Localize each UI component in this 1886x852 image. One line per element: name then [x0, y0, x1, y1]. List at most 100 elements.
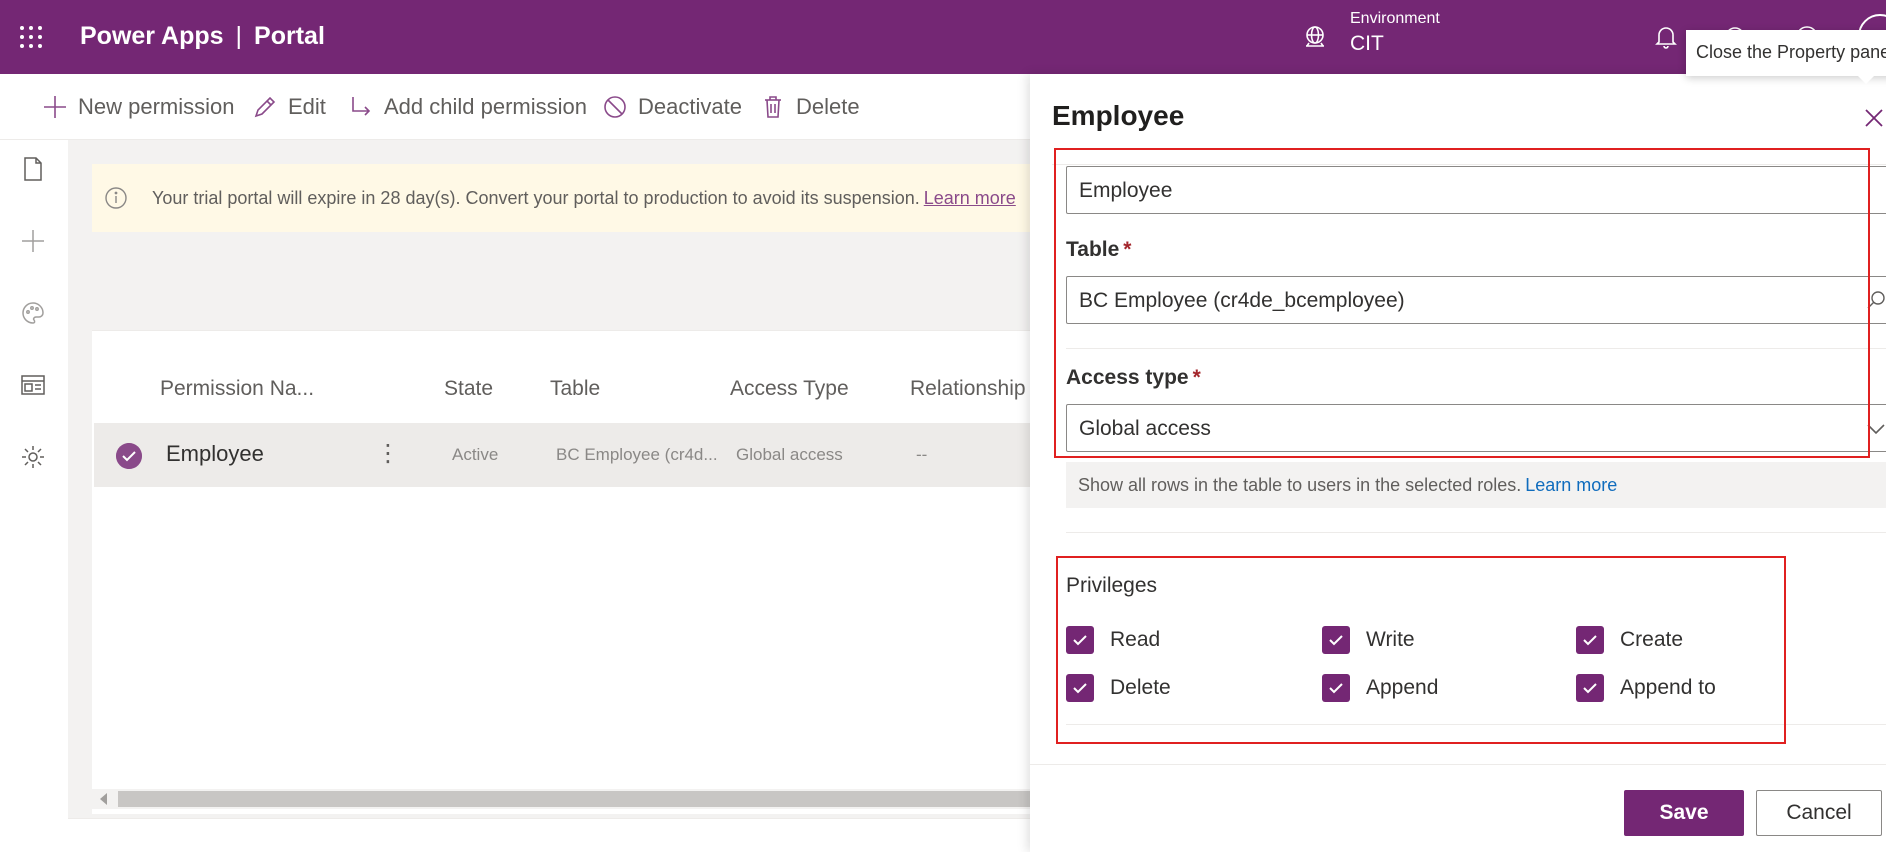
table-label-text: Table: [1066, 238, 1120, 261]
access-type-label-text: Access type: [1066, 366, 1189, 389]
row-access-type: Global access: [736, 445, 843, 464]
privilege-append-checkbox[interactable]: Append: [1322, 674, 1438, 702]
column-header-state[interactable]: State: [444, 377, 493, 401]
privilege-read-checkbox[interactable]: Read: [1066, 626, 1160, 654]
table-lookup-value: BC Employee (cr4de_bcemployee): [1079, 289, 1405, 312]
trial-message-text: Your trial portal will expire in 28 day(…: [152, 188, 920, 208]
privileges-divider: [1066, 532, 1886, 533]
close-pane-tooltip: Close the Property pane: [1686, 30, 1886, 76]
permissions-grid: Permission Na... State Table Access Type…: [92, 330, 1030, 814]
hint-learn-more-link[interactable]: Learn more: [1525, 475, 1617, 495]
bottom-strip: [68, 818, 1030, 852]
left-rail: [0, 140, 68, 852]
privilege-create-label: Create: [1620, 628, 1684, 651]
deactivate-button[interactable]: Deactivate: [602, 94, 742, 120]
new-permission-label: New permission: [78, 94, 235, 119]
row-selected-check-icon[interactable]: [116, 443, 142, 469]
delete-button[interactable]: Delete: [760, 94, 860, 120]
trial-banner: Your trial portal will expire in 28 day(…: [92, 164, 1030, 232]
row-relationship: --: [916, 445, 928, 464]
access-type-value: Global access: [1079, 417, 1211, 440]
checkbox-checked-icon[interactable]: [1066, 674, 1094, 702]
property-panel: Employee Employee Table * BC Employee (cr…: [1030, 74, 1886, 852]
access-type-select[interactable]: Global access: [1066, 404, 1886, 452]
table-required-mark: *: [1123, 238, 1132, 261]
access-type-label: Access type *: [1066, 366, 1201, 390]
column-header-access-type[interactable]: Access Type: [730, 377, 849, 401]
checkbox-checked-icon[interactable]: [1576, 626, 1604, 654]
privilege-append-to-label: Append to: [1620, 676, 1716, 699]
privilege-delete-checkbox[interactable]: Delete: [1066, 674, 1171, 702]
info-icon: [105, 187, 127, 209]
add-child-permission-button[interactable]: Add child permission: [348, 94, 587, 120]
privilege-delete-label: Delete: [1110, 676, 1171, 699]
cancel-button[interactable]: Cancel: [1756, 790, 1882, 836]
privilege-create-checkbox[interactable]: Create: [1576, 626, 1683, 654]
row-table: BC Employee (cr4d...: [556, 445, 718, 464]
edit-button[interactable]: Edit: [252, 94, 326, 120]
panel-title: Employee: [1052, 100, 1185, 131]
checkbox-checked-icon[interactable]: [1322, 674, 1350, 702]
environment-value[interactable]: CIT: [1350, 32, 1384, 56]
new-permission-button[interactable]: New permission: [42, 94, 235, 120]
child-permission-icon: [352, 97, 371, 116]
privilege-write-checkbox[interactable]: Write: [1322, 626, 1415, 654]
column-header-permission-name[interactable]: Permission Na...: [160, 377, 314, 401]
app-brand: Power Apps | Portal: [80, 22, 325, 51]
environment-label: Environment: [1350, 10, 1440, 27]
plus-icon: [44, 96, 66, 118]
horizontal-scrollbar[interactable]: [92, 789, 1030, 809]
row-state: Active: [452, 445, 499, 464]
privileges-bottom-divider: [1066, 724, 1886, 725]
table-lookup-input[interactable]: BC Employee (cr4de_bcemployee): [1066, 276, 1886, 324]
table-row[interactable]: Employee ⋮ Active BC Employee (cr4d... G…: [94, 423, 1030, 487]
column-header-table[interactable]: Table: [550, 377, 600, 401]
privileges-title: Privileges: [1066, 574, 1158, 597]
privilege-append-to-checkbox[interactable]: Append to: [1576, 674, 1716, 702]
access-type-hint: Show all rows in the table to users in t…: [1066, 462, 1886, 508]
trash-icon: [765, 96, 781, 118]
privilege-read-label: Read: [1110, 628, 1161, 651]
checkbox-checked-icon[interactable]: [1066, 626, 1094, 654]
scrollbar-thumb[interactable]: [118, 791, 1030, 807]
delete-label: Delete: [796, 94, 860, 119]
template-icon[interactable]: [20, 372, 46, 398]
deactivate-label: Deactivate: [638, 94, 742, 119]
access-type-hint-text: Show all rows in the table to users in t…: [1078, 475, 1522, 495]
command-bar: New permission Edit Add child permission…: [0, 74, 1030, 140]
bell-icon[interactable]: [1654, 24, 1678, 50]
tooltip-arrow: [1856, 74, 1876, 84]
top-bar: Power Apps | Portal Environment CIT: [0, 0, 1886, 74]
trial-message: Your trial portal will expire in 28 day(…: [152, 188, 1016, 209]
footer-divider: [1030, 764, 1886, 765]
add-child-permission-label: Add child permission: [384, 94, 587, 119]
environment-icon[interactable]: [1302, 24, 1328, 50]
name-input[interactable]: Employee: [1066, 166, 1886, 214]
chevron-down-icon[interactable]: [1865, 419, 1886, 439]
section-name: Portal: [254, 22, 325, 50]
more-options-icon[interactable]: ⋮: [376, 439, 400, 468]
search-icon[interactable]: [1865, 289, 1886, 311]
table-label: Table *: [1066, 238, 1131, 262]
product-name[interactable]: Power Apps: [80, 22, 224, 50]
panel-header-divider: [1052, 164, 1886, 165]
column-header-relationship[interactable]: Relationship: [910, 377, 1026, 401]
checkbox-checked-icon[interactable]: [1576, 674, 1604, 702]
page-icon[interactable]: [20, 156, 46, 182]
close-icon[interactable]: [1862, 106, 1886, 130]
block-icon: [604, 96, 626, 118]
brand-separator: |: [235, 22, 243, 50]
gear-icon[interactable]: [20, 444, 46, 470]
add-icon[interactable]: [20, 228, 46, 254]
app-launcher-icon[interactable]: [20, 26, 42, 48]
checkbox-checked-icon[interactable]: [1322, 626, 1350, 654]
edit-label: Edit: [288, 94, 326, 119]
trial-learn-more-link[interactable]: Learn more: [924, 188, 1016, 208]
palette-icon[interactable]: [20, 300, 46, 326]
scroll-left-arrow[interactable]: [100, 793, 107, 805]
table-divider: [1066, 348, 1886, 349]
pencil-icon: [254, 96, 276, 118]
row-permission-name[interactable]: Employee: [166, 441, 264, 467]
save-button[interactable]: Save: [1624, 790, 1744, 836]
privilege-write-label: Write: [1366, 628, 1415, 651]
